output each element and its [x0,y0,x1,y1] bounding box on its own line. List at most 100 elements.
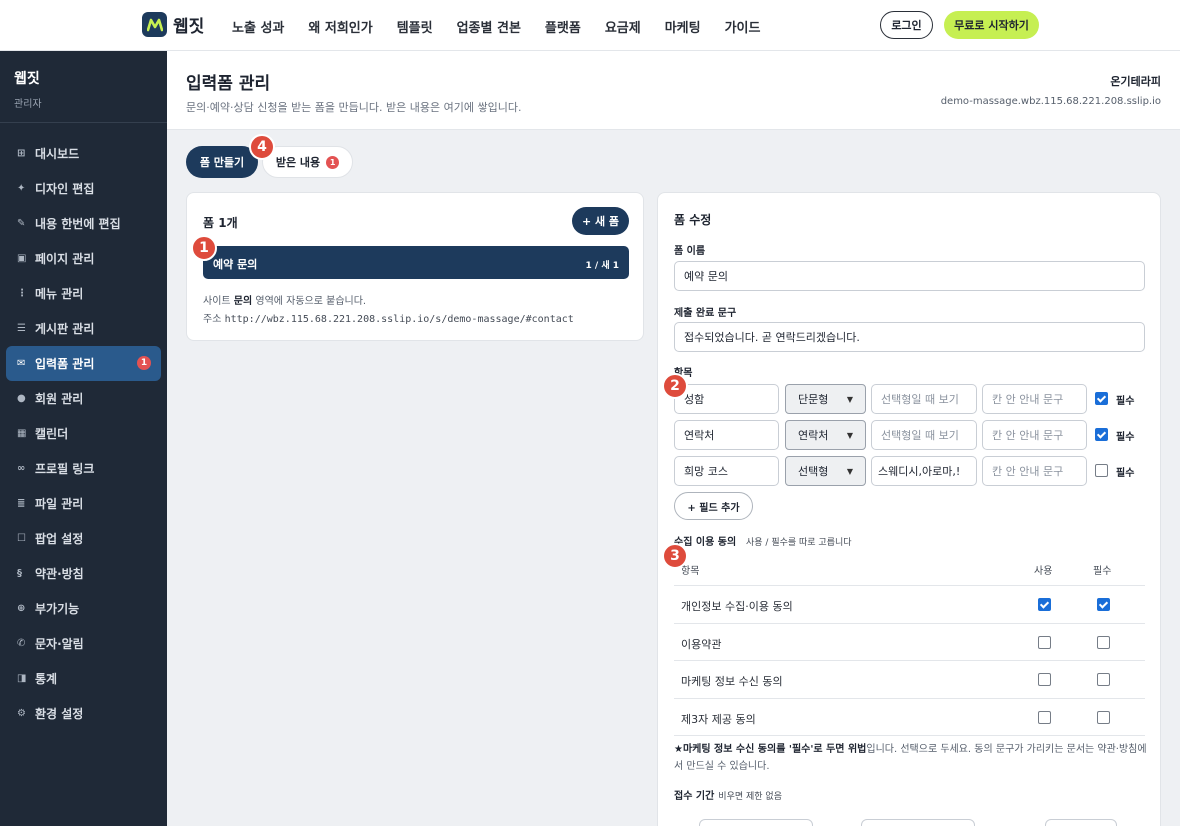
sidebar-item-label: 대시보드 [35,147,80,161]
topnav-item[interactable]: 마케팅 [665,17,701,36]
consent-use-checkbox[interactable] [1038,673,1051,686]
form-name-input[interactable]: 예약 문의 [674,261,1145,291]
sidebar-item-members[interactable]: ● 회원 관리 [0,381,167,416]
sidebar-item-forms[interactable]: ✉ 입력폼 관리 1 [6,346,161,381]
sidebar-item-profile-link[interactable]: ∞ 프로필 링크 [0,451,167,486]
sidebar-item-settings[interactable]: ⚙ 환경 설정 [0,696,167,731]
field-required-checkbox[interactable] [1095,464,1108,477]
topnav-item[interactable]: 가이드 [725,17,761,36]
add-field-button[interactable]: + 필드 추가 [674,492,753,520]
field-options-input[interactable]: 선택형일 때 보기 [871,420,977,450]
sparkle-icon: ✦ [17,183,26,194]
form-name-label: 폼 이름 [674,246,706,257]
topnav-item[interactable]: 플랫폼 [545,17,581,36]
sidebar-item-label: 프로필 링크 [35,462,95,476]
link-icon: ∞ [17,463,26,474]
top-navbar: 웹짓 노출 성과 왜 저희인가 템플릿 업종별 견본 플랫폼 요금제 마케팅 가… [0,0,1180,51]
field-type-select[interactable]: 선택형 ▼ [785,456,866,486]
sidebar-item-design[interactable]: ✦ 디자인 편집 [0,171,167,206]
popup-icon: ☐ [17,533,26,544]
field-hint-input[interactable]: 칸 안 안내 문구 [982,420,1087,450]
form-item-count: 1 / 새 1 [585,261,620,271]
sidebar-item-popup[interactable]: ☐ 팝업 설정 [0,521,167,556]
consent-use-checkbox[interactable] [1038,598,1051,611]
topnav-item[interactable]: 노출 성과 [232,17,284,36]
brand-logo[interactable]: 웹짓 [142,12,204,37]
period-end-input[interactable] [861,819,975,826]
sidebar-item-label: 문자·알림 [35,637,84,651]
sidebar-item-label: 내용 한번에 편집 [35,217,121,231]
chevron-down-icon: ▼ [846,394,853,404]
consent-label: 개인정보 수집·이용 동의 [681,600,793,613]
sidebar-item-stats[interactable]: ◨ 통계 [0,661,167,696]
topnav-item[interactable]: 템플릿 [397,17,433,36]
field-required-checkbox[interactable] [1095,392,1108,405]
count-badge: 1 [326,155,340,169]
step-marker: 1 [191,235,217,261]
consent-label: 이용약관 [681,637,722,651]
logo-mark-icon [142,12,167,37]
phone-icon: ✆ [17,638,26,649]
sidebar-item-menus[interactable]: ⋮ 메뉴 관리 [0,276,167,311]
tab-received[interactable]: 받은 내용 1 [262,146,353,178]
site-url[interactable]: demo-massage.wbz.115.68.221.208.sslip.io [941,96,1161,107]
sidebar-item-files[interactable]: ≣ 파일 관리 [0,486,167,521]
files-icon: ≣ [17,498,26,509]
count-badge: 1 [137,356,151,370]
mail-icon: ✉ [17,358,26,369]
topnav-item[interactable]: 요금제 [605,17,641,36]
sidebar-item-bulk-edit[interactable]: ✎ 내용 한번에 편집 [0,206,167,241]
chevron-down-icon: ▼ [846,430,853,440]
form-list-item[interactable]: 예약 문의 1 / 새 1 [203,246,629,279]
field-name-input[interactable]: 희망 코스 [674,456,779,486]
field-hint-input[interactable]: 칸 안 안내 문구 [982,384,1087,414]
field-hint-input[interactable]: 칸 안 안내 문구 [982,456,1087,486]
consent-use-checkbox[interactable] [1038,635,1051,649]
login-button[interactable]: 로그인 [880,11,933,39]
consent-required-checkbox[interactable] [1097,710,1110,724]
consent-table-header: 항목 사용 필수 [674,558,1145,586]
sidebar-item-terms[interactable]: § 약관·방침 [0,556,167,591]
tab-build-form[interactable]: 폼 만들기 [186,146,258,178]
stats-icon: ◨ [17,673,27,684]
consent-use-checkbox[interactable] [1038,710,1051,724]
field-type-select[interactable]: 단문형 ▼ [785,384,866,414]
editor-title: 폼 수정 [674,213,712,227]
done-message-input[interactable]: 접수되었습니다. 곧 연락드리겠습니다. [674,322,1145,352]
consent-required-checkbox[interactable] [1097,673,1110,686]
sidebar-item-calendar[interactable]: ▦ 캘린더 [0,416,167,451]
form-count-title: 폼 1개 [203,216,238,230]
form-address: 주소 http://wbz.115.68.221.208.sslip.io/s/… [203,314,574,325]
sidebar-item-pages[interactable]: ▣ 페이지 관리 [0,241,167,276]
sidebar-item-addons[interactable]: ⊕ 부가기능 [0,591,167,626]
new-form-button[interactable]: + 새 폼 [572,207,629,235]
form-list-card: 폼 1개 + 새 폼 예약 문의 1 / 새 1 사이트 문의 영역에 자동으로… [186,192,644,341]
field-name-input[interactable]: 연락처 [674,420,779,450]
start-free-button[interactable]: 무료로 시작하기 [944,11,1039,39]
sidebar-item-sms[interactable]: ✆ 문자·알림 [0,626,167,661]
consent-required-checkbox[interactable] [1097,598,1110,611]
marketing-warning: ★마케팅 정보 수신 동의를 '필수'로 두면 위법입니다. 선택으로 두세요.… [674,744,1147,772]
field-options-input[interactable]: 선택형일 때 보기 [871,384,977,414]
form-url[interactable]: http://wbz.115.68.221.208.sslip.io/s/dem… [225,314,574,325]
sidebar-item-boards[interactable]: ☰ 게시판 관리 [0,311,167,346]
col-required: 필수 [1093,566,1112,577]
field-name-input[interactable]: 성함 [674,384,779,414]
required-label: 필수 [1116,468,1135,479]
period-hint: 비우면 제한 없음 [718,792,782,802]
consent-row: 이용약관 [674,624,1145,661]
sidebar-item-label: 통계 [35,672,58,686]
consent-label: 마케팅 정보 수신 동의 [681,675,783,688]
field-required-checkbox[interactable] [1095,428,1108,441]
topnav-item[interactable]: 왜 저희인가 [308,17,372,36]
consent-row: 제3자 제공 동의 [674,699,1145,736]
plus-circle-icon: ⊕ [17,603,26,614]
field-type-select[interactable]: 연락처 ▼ [785,420,866,450]
topnav-item[interactable]: 업종별 견본 [457,17,521,36]
sidebar-item-dashboard[interactable]: ⊞ 대시보드 [0,136,167,171]
field-options-input[interactable]: 스웨디시,아로마,! [871,456,977,486]
consent-required-checkbox[interactable] [1097,635,1110,649]
sidebar-item-label: 입력폼 관리 [35,357,95,371]
period-extra-input[interactable] [1045,819,1117,826]
period-start-input[interactable] [699,819,813,826]
